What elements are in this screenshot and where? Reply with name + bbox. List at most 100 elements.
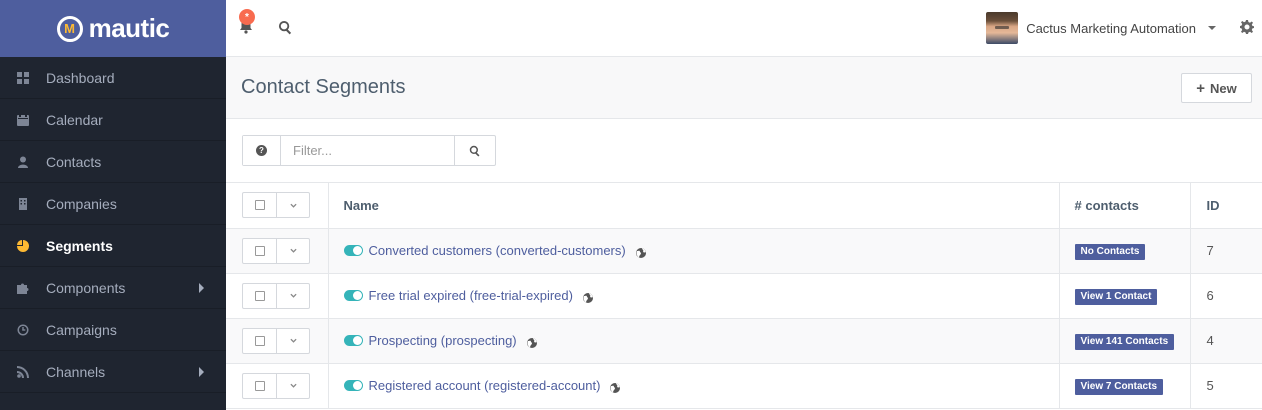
sidebar-nav: Dashboard Calendar Contacts Companies Se… [0, 57, 226, 393]
page-title: Contact Segments [241, 76, 406, 98]
row-checkbox[interactable] [243, 373, 277, 398]
segment-name-link[interactable]: Free trial expired (free-trial-expired) [369, 288, 573, 303]
chevron-down-icon [289, 203, 297, 208]
chevron-down-icon [289, 383, 297, 388]
puzzle-icon [16, 281, 30, 295]
publish-toggle[interactable] [343, 380, 363, 391]
filter-group: ? [242, 135, 496, 166]
globe-icon [635, 246, 646, 258]
row-checkbox[interactable] [243, 328, 277, 353]
chevron-down-icon [1208, 26, 1216, 30]
filter-search-button[interactable] [454, 136, 495, 165]
sidebar-item-label: Segments [46, 237, 113, 254]
user-icon [16, 155, 30, 169]
plus-icon: + [1196, 79, 1206, 97]
contacts-count-badge[interactable]: No Contacts [1074, 243, 1146, 260]
segment-name-link[interactable]: Converted customers (converted-customers… [369, 243, 626, 258]
sidebar-item-label: Channels [46, 363, 106, 380]
sidebar-item-label: Dashboard [46, 69, 115, 86]
sidebar-item-campaigns[interactable]: Campaigns [0, 309, 226, 351]
row-select-control [242, 372, 310, 399]
filter-bar: ? [226, 119, 1262, 183]
chevron-right-icon [199, 366, 204, 377]
segment-name-link[interactable]: Registered account (registered-account) [369, 378, 601, 393]
filter-input[interactable] [281, 136, 454, 165]
search-icon[interactable] [278, 20, 294, 36]
building-icon [16, 197, 30, 211]
row-checkbox[interactable] [243, 283, 277, 308]
globe-icon [610, 381, 621, 393]
column-header-name[interactable]: Name [328, 183, 1059, 229]
clock-icon [16, 323, 30, 337]
brand-logo[interactable]: M mautic [0, 0, 226, 57]
table-row: Registered account (registered-account) … [226, 363, 1262, 409]
contacts-count-badge[interactable]: View 1 Contact [1074, 288, 1158, 305]
segment-id: 7 [1206, 243, 1214, 258]
topbar: * Cactus Marketing Automation [226, 0, 1262, 57]
sidebar: M mautic Dashboard Calendar Contacts Com… [0, 0, 226, 410]
column-header-id[interactable]: ID [1189, 183, 1262, 229]
filter-help-button[interactable]: ? [243, 136, 281, 165]
dashboard-icon [16, 71, 30, 85]
segment-id: 5 [1206, 378, 1214, 393]
pie-chart-icon [16, 239, 30, 253]
sidebar-item-companies[interactable]: Companies [0, 183, 226, 225]
segments-panel: ? Name # contacts [226, 119, 1262, 410]
sidebar-item-label: Companies [46, 195, 117, 212]
table-row: Prospecting (prospecting) View 141 Conta… [226, 318, 1262, 364]
globe-icon [526, 336, 537, 348]
chevron-down-icon [289, 293, 297, 298]
new-segment-button[interactable]: + New [1181, 73, 1252, 103]
chevron-right-icon [199, 282, 204, 293]
sidebar-item-label: Components [46, 279, 126, 296]
segment-name-link[interactable]: Prospecting (prospecting) [369, 333, 517, 348]
globe-icon [582, 291, 593, 303]
table-row: Converted customers (converted-customers… [226, 228, 1262, 274]
mautic-logo-icon: M [56, 15, 83, 42]
sidebar-item-calendar[interactable]: Calendar [0, 99, 226, 141]
new-button-label: New [1210, 80, 1237, 96]
user-name: Cactus Marketing Automation [1026, 20, 1196, 36]
calendar-icon [16, 113, 30, 127]
row-actions-dropdown[interactable] [277, 374, 309, 398]
search-icon [469, 145, 480, 156]
question-circle-icon: ? [256, 145, 267, 156]
publish-toggle[interactable] [343, 290, 363, 301]
row-select-control [242, 237, 310, 264]
sidebar-item-segments[interactable]: Segments [0, 225, 226, 267]
brand-name: mautic [88, 13, 170, 43]
segment-id: 6 [1206, 288, 1214, 303]
bulk-actions-dropdown[interactable] [277, 193, 309, 217]
table-header-row: Name # contacts ID [226, 183, 1262, 229]
row-actions-dropdown[interactable] [277, 239, 309, 263]
table-row: Free trial expired (free-trial-expired) … [226, 273, 1262, 319]
avatar [986, 12, 1019, 44]
row-select-control [242, 327, 310, 354]
row-checkbox[interactable] [243, 238, 277, 263]
main-content: Contact Segments + New ? Filter... Name … [226, 57, 1262, 410]
chevron-down-icon [289, 338, 297, 343]
sidebar-item-dashboard[interactable]: Dashboard [0, 57, 226, 99]
segment-id: 4 [1206, 333, 1214, 348]
user-menu[interactable]: Cactus Marketing Automation [986, 12, 1216, 44]
row-actions-dropdown[interactable] [277, 329, 309, 353]
page-header: Contact Segments + New [226, 57, 1262, 119]
publish-toggle[interactable] [343, 245, 363, 256]
sidebar-item-components[interactable]: Components [0, 267, 226, 309]
row-actions-dropdown[interactable] [277, 284, 309, 308]
select-all-control [242, 192, 310, 219]
publish-toggle[interactable] [343, 335, 363, 346]
sidebar-item-label: Contacts [46, 153, 102, 170]
sidebar-item-channels[interactable]: Channels [0, 351, 226, 393]
sidebar-item-label: Calendar [46, 111, 103, 128]
row-select-control [242, 282, 310, 309]
gear-icon[interactable] [1240, 20, 1254, 34]
contacts-count-badge[interactable]: View 141 Contacts [1074, 333, 1175, 350]
sidebar-item-contacts[interactable]: Contacts [0, 141, 226, 183]
column-header-contacts: # contacts [1058, 183, 1190, 229]
contacts-count-badge[interactable]: View 7 Contacts [1074, 378, 1164, 395]
select-all-checkbox[interactable] [243, 193, 277, 218]
notification-badge: * [239, 9, 255, 25]
sidebar-item-label: Campaigns [46, 321, 117, 338]
rss-icon [16, 365, 30, 379]
